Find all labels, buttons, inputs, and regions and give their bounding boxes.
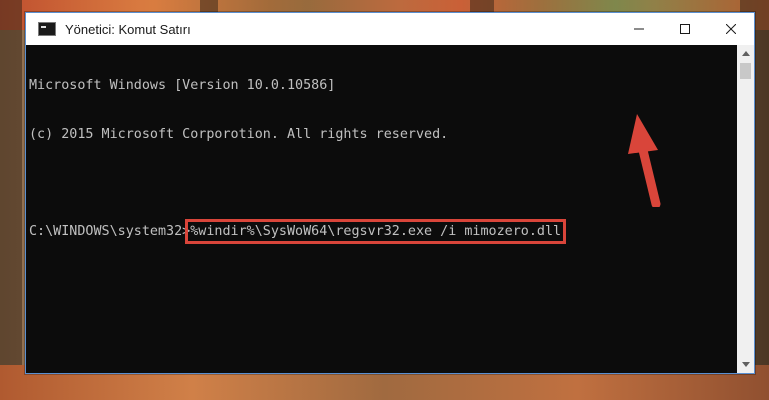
scroll-down-button[interactable]: [737, 356, 754, 373]
command-line: C:\WINDOWS\system32>%windir%\SysWoW64\re…: [29, 219, 737, 245]
close-icon: [726, 24, 736, 34]
background-tree-trunk: [0, 0, 22, 400]
title-bar[interactable]: Yönetici: Komut Satırı: [26, 13, 754, 45]
cmd-app-icon: [38, 22, 56, 36]
minimize-button[interactable]: [616, 13, 662, 45]
minimize-icon: [634, 28, 644, 30]
chevron-down-icon: [741, 362, 750, 367]
highlighted-command[interactable]: %windir%\SysWoW64\regsvr32.exe /i mimoze…: [185, 219, 567, 245]
window-controls: [616, 13, 754, 45]
prompt-path: C:\WINDOWS\system32>: [29, 224, 191, 240]
console-line: Microsoft Windows [Version 10.0.10586]: [29, 78, 336, 94]
maximize-icon: [680, 24, 690, 34]
chevron-up-icon: [741, 51, 750, 56]
scroll-thumb[interactable]: [740, 63, 751, 79]
vertical-scrollbar[interactable]: [737, 45, 754, 373]
console-output[interactable]: Microsoft Windows [Version 10.0.10586] (…: [26, 45, 737, 373]
maximize-button[interactable]: [662, 13, 708, 45]
scroll-up-button[interactable]: [737, 45, 754, 62]
close-button[interactable]: [708, 13, 754, 45]
annotation-arrow-icon: [628, 114, 661, 207]
window-title: Yönetici: Komut Satırı: [65, 21, 191, 37]
